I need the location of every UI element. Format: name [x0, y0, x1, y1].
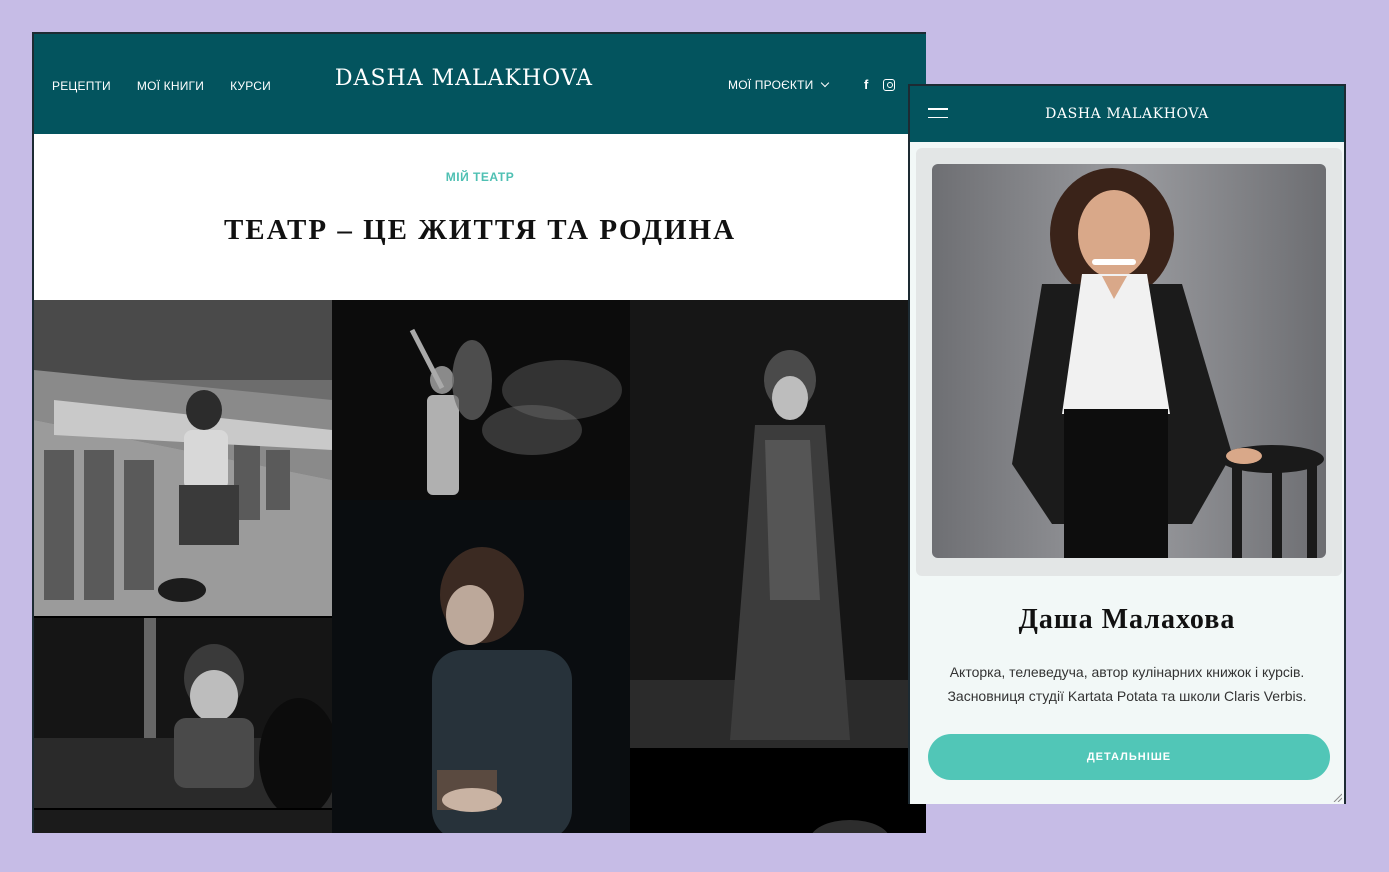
mobile-site-logo[interactable]: DASHA MALAKHOVA [910, 106, 1344, 122]
resize-handle-icon[interactable] [1332, 792, 1342, 802]
gallery-photo-actress-coat[interactable] [630, 300, 926, 748]
facebook-icon[interactable]: f [864, 77, 868, 92]
mobile-profile-card: Даша Малахова Акторка, телеведуча, автор… [910, 142, 1344, 804]
instagram-icon[interactable] [883, 78, 896, 91]
profile-description-line-2: Засновниця студії Kartata Potata та школ… [947, 688, 1307, 704]
profile-description-line-1: Акторка, телеведуча, автор кулінарних кн… [949, 664, 1305, 680]
nav-item-courses[interactable]: КУРСИ [230, 79, 271, 93]
profile-photo [932, 164, 1326, 558]
projects-dropdown[interactable]: МОЇ ПРОЄКТИ [728, 78, 830, 92]
profile-description: Акторка, телеведуча, автор кулінарних кн… [930, 660, 1324, 708]
nav-item-recipes[interactable]: РЕЦЕПТИ [52, 79, 111, 93]
theatre-hero: МІЙ ТЕАТР ТЕАТР – ЦЕ ЖИТТЯ ТА РОДИНА [34, 134, 926, 300]
site-logo[interactable]: DASHA MALAKHOVA [334, 66, 594, 91]
gallery-photo-dark-stage[interactable] [630, 750, 926, 833]
gallery-photo-stage-bottom[interactable] [34, 810, 332, 833]
gallery-photo-auditorium[interactable] [34, 300, 332, 616]
profile-name: Даша Малахова [1018, 604, 1236, 635]
social-links: f [864, 77, 896, 92]
chevron-down-icon [821, 78, 830, 88]
mobile-preview-window: DASHA MALAKHOVA Даша Малахова Акторка, т… [908, 84, 1346, 804]
gallery-photo-smiling-actress[interactable] [34, 618, 332, 808]
main-nav: РЕЦЕПТИ МОЇ КНИГИ КУРСИ [52, 79, 271, 93]
theatre-gallery [34, 300, 926, 833]
details-button[interactable]: ДЕТАЛЬНІШЕ [928, 734, 1330, 780]
projects-label[interactable]: МОЇ ПРОЄКТИ [728, 78, 813, 92]
section-kicker: МІЙ ТЕАТР [445, 170, 515, 184]
mobile-header: DASHA MALAKHOVA [910, 86, 1344, 142]
nav-item-my-books[interactable]: МОЇ КНИГИ [137, 79, 204, 93]
page-title: ТЕАТР – ЦЕ ЖИТТЯ ТА РОДИНА [223, 214, 737, 246]
desktop-preview-window: РЕЦЕПТИ МОЇ КНИГИ КУРСИ DASHA MALAKHOVA … [32, 32, 926, 833]
gallery-photo-actress-book[interactable] [332, 500, 630, 833]
desktop-header: РЕЦЕПТИ МОЇ КНИГИ КУРСИ DASHA MALAKHOVA … [34, 34, 926, 134]
gallery-photo-dance[interactable] [332, 300, 630, 500]
